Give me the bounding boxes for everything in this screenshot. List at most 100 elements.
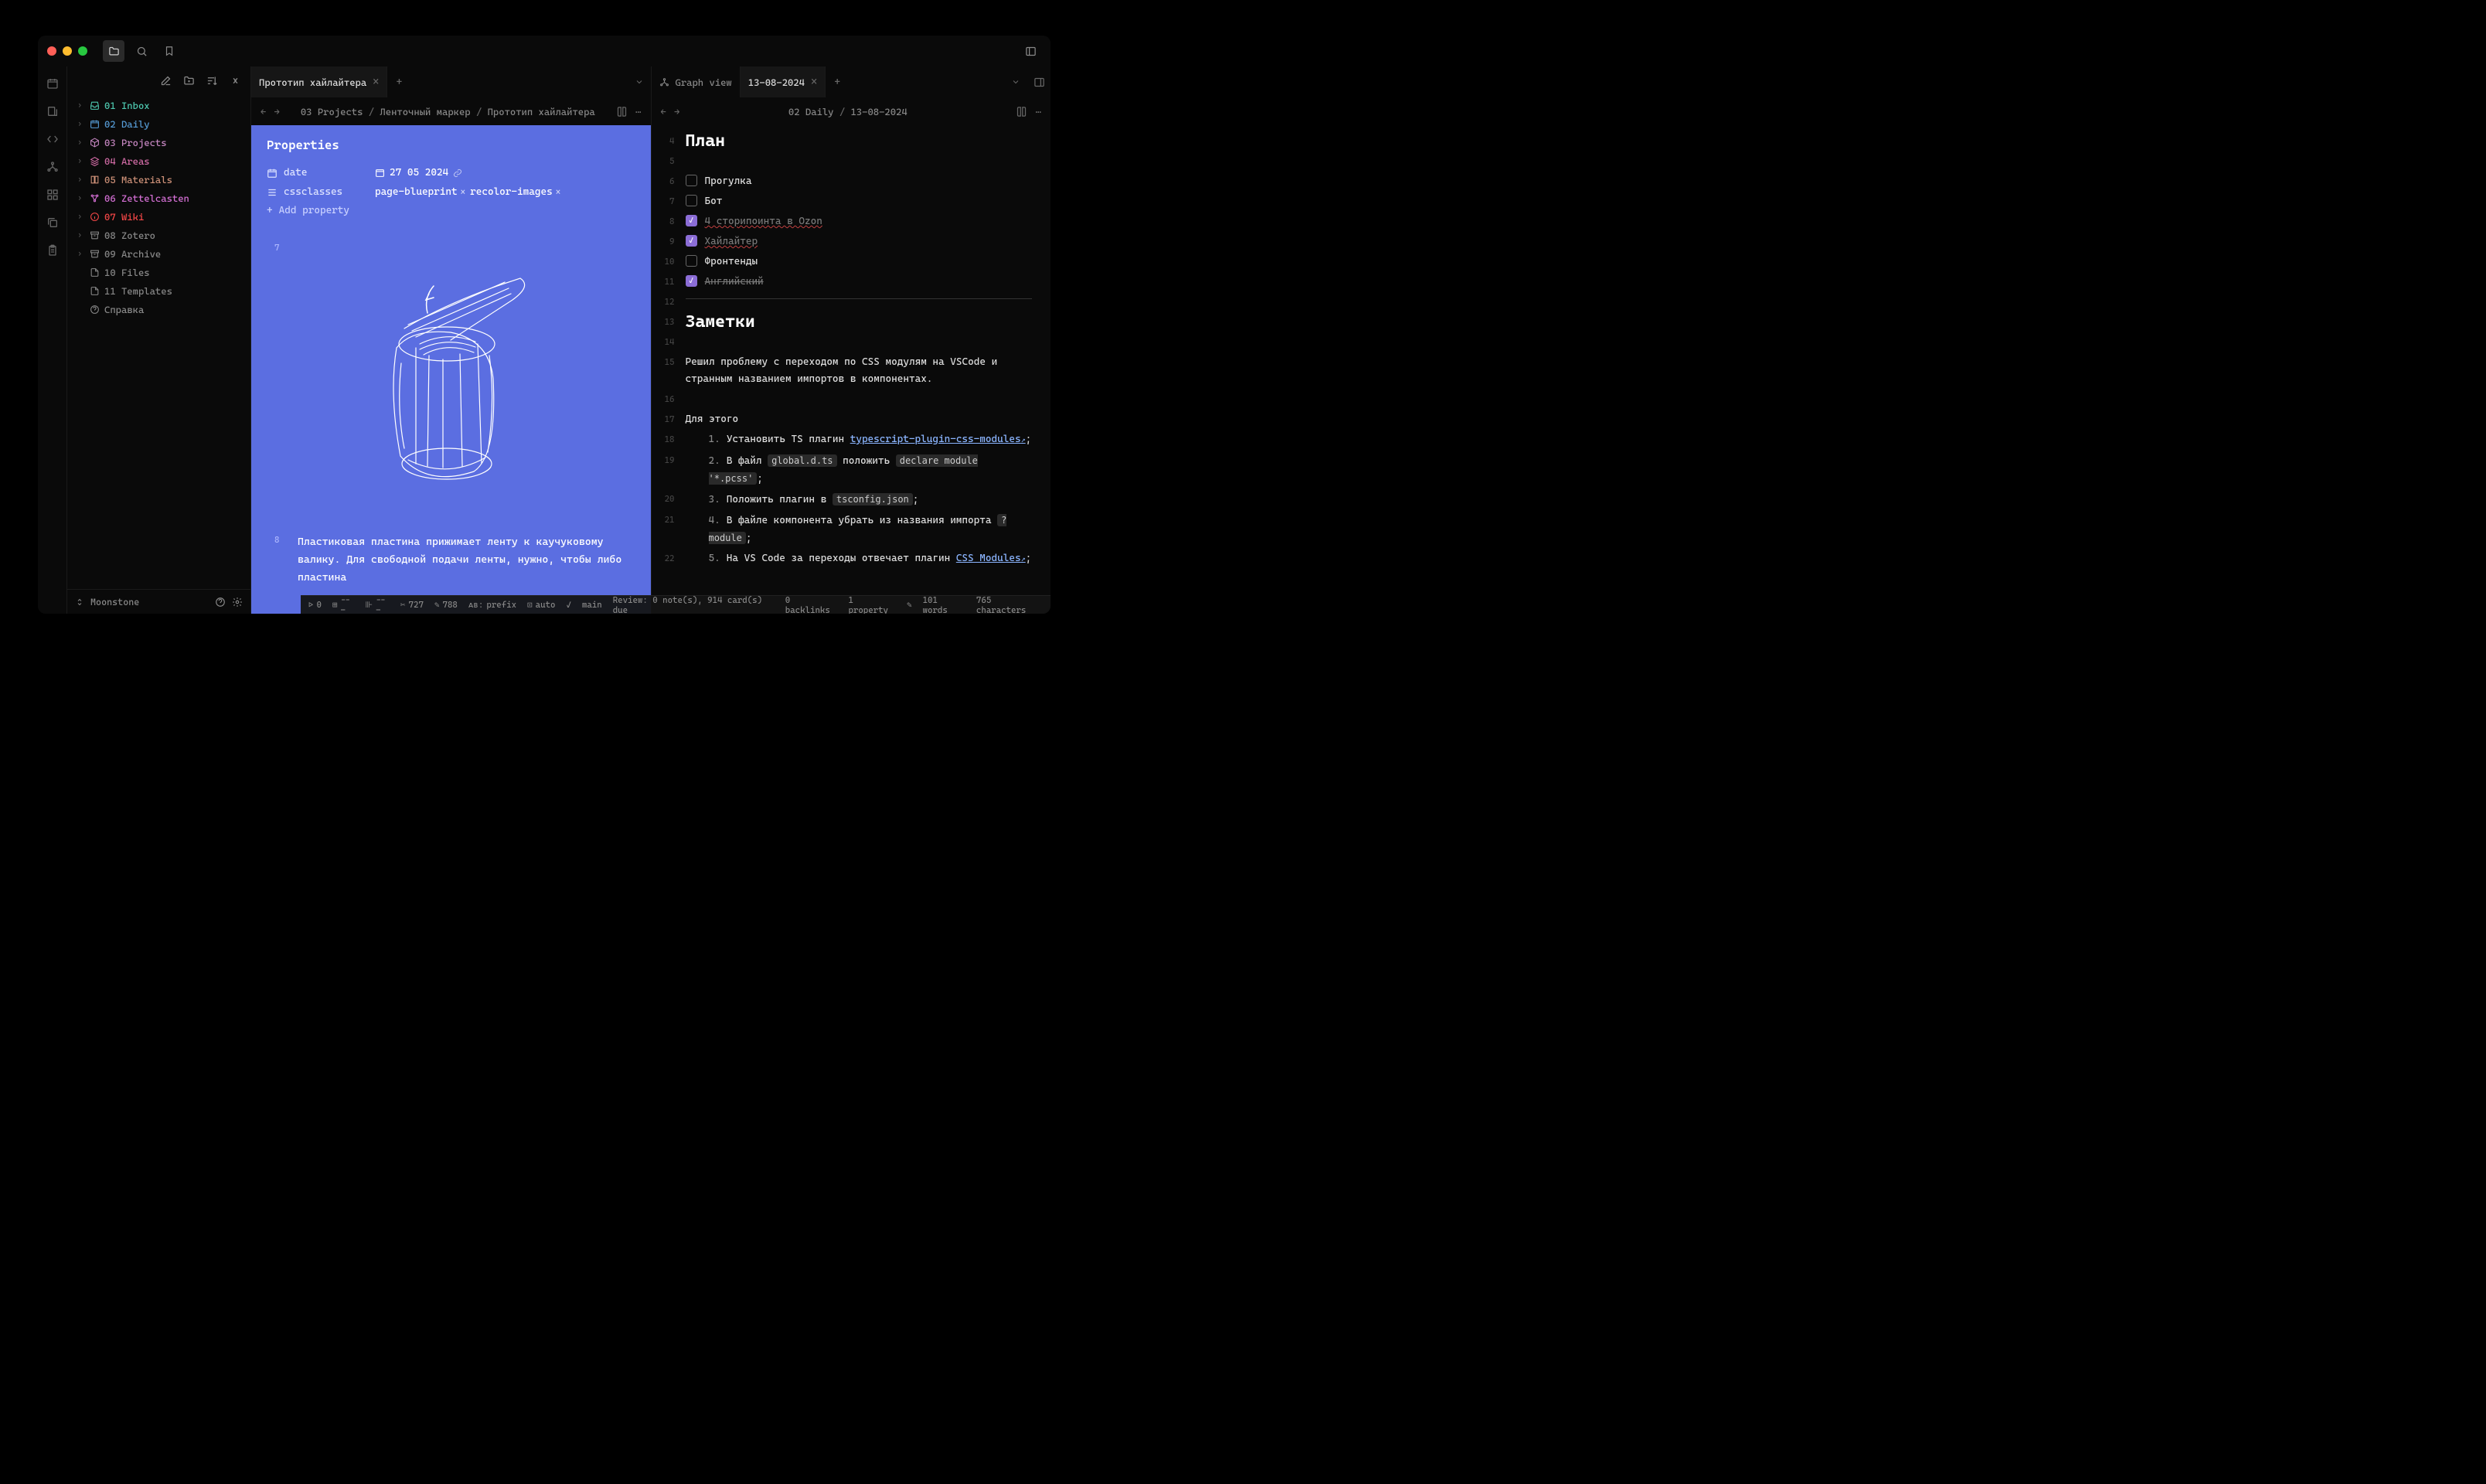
tree-folder[interactable]: ›06 Zettelcasten <box>72 189 246 207</box>
breadcrumb-segment[interactable]: 02 Daily <box>788 106 834 117</box>
tree-folder[interactable]: ›03 Projects <box>72 133 246 151</box>
tree-label: 11 Templates <box>104 285 172 297</box>
copy-icon[interactable] <box>42 212 63 233</box>
status-item[interactable]: ⊞--- <box>332 595 355 614</box>
sort-icon[interactable] <box>203 71 221 90</box>
tree-folder[interactable]: 10 Files <box>72 263 246 281</box>
task-checkbox[interactable] <box>686 195 697 206</box>
breadcrumb-segment[interactable]: Ленточный маркер <box>380 106 470 117</box>
more-icon[interactable]: ⋯ <box>635 106 642 117</box>
search-icon[interactable] <box>131 40 152 62</box>
tree-folder[interactable]: ›09 Archive <box>72 244 246 263</box>
reading-mode-icon[interactable] <box>616 106 628 117</box>
tree-folder[interactable]: ›01 Inbox <box>72 96 246 114</box>
breadcrumb-segment[interactable]: Прототип хайлайтера <box>488 106 595 117</box>
status-pencil-icon[interactable]: ✎ <box>907 600 912 610</box>
task-text[interactable]: Английский <box>705 276 764 288</box>
nav-forward-icon[interactable]: → <box>674 106 679 117</box>
tab-dropdown-icon[interactable] <box>628 66 651 97</box>
external-link[interactable]: CSS Modules↗ <box>956 553 1026 564</box>
task-checkbox[interactable]: ✓ <box>686 215 697 226</box>
external-link[interactable]: typescript-plugin-css-modules↗ <box>850 434 1026 445</box>
breadcrumb-segment[interactable]: 13-08-2024 <box>850 106 907 117</box>
help-icon[interactable] <box>215 597 226 608</box>
status-item[interactable]: ✎788 <box>434 600 458 610</box>
new-note-icon[interactable] <box>156 71 175 90</box>
gear-icon[interactable] <box>232 597 243 608</box>
graph-icon[interactable] <box>42 156 63 178</box>
nav-back-icon[interactable]: ← <box>661 106 666 117</box>
cssclass-tag[interactable]: page-blueprint× <box>375 186 465 198</box>
new-tab-button[interactable]: + <box>826 66 849 97</box>
minimize-window-button[interactable] <box>63 46 72 56</box>
property-value[interactable]: 27 05 2024 <box>390 167 448 179</box>
maximize-window-button[interactable] <box>78 46 87 56</box>
status-item[interactable]: ▷0 <box>308 600 322 610</box>
status-item[interactable]: ✂727 <box>400 600 424 610</box>
status-item[interactable]: 101 words <box>923 595 965 614</box>
close-icon[interactable]: × <box>811 76 817 88</box>
calendar-icon[interactable] <box>42 73 63 94</box>
task-text[interactable]: Бот <box>705 196 723 207</box>
right-sidebar-toggle-icon[interactable] <box>1027 66 1051 97</box>
task-checkbox[interactable]: ✓ <box>686 235 697 247</box>
tree-folder[interactable]: ›08 Zotero <box>72 226 246 244</box>
status-item[interactable]: ⊪--- <box>366 595 390 614</box>
property-row-cssclasses[interactable]: cssclasses page-blueprint× recolor-image… <box>267 182 635 202</box>
left-sidebar-toggle-icon[interactable] <box>1020 40 1041 62</box>
folder-icon[interactable] <box>103 40 124 62</box>
property-row-date[interactable]: date 27 05 2024 <box>267 163 635 182</box>
cards-icon[interactable] <box>42 100 63 122</box>
collapse-icon[interactable] <box>226 71 244 90</box>
tab-graph-view[interactable]: Graph view <box>652 66 741 97</box>
task-text[interactable]: Фронтенды <box>705 256 758 267</box>
tree-folder[interactable]: ›04 Areas <box>72 151 246 170</box>
tree-folder[interactable]: 11 Templates <box>72 281 246 300</box>
status-item[interactable]: ᴀʙ:prefix <box>468 600 516 610</box>
task-checkbox[interactable] <box>686 255 697 267</box>
breadcrumb-segment[interactable]: 03 Projects <box>301 106 363 117</box>
remove-tag-icon[interactable]: × <box>556 187 560 197</box>
task-text[interactable]: 4 сторипоинта в Ozon <box>705 216 822 227</box>
tree-folder[interactable]: ›07 Wiki <box>72 207 246 226</box>
status-check-icon[interactable]: ✓ <box>566 600 570 610</box>
code-icon[interactable] <box>42 128 63 150</box>
reading-mode-icon[interactable] <box>1016 106 1027 117</box>
new-tab-button[interactable]: + <box>387 66 410 97</box>
tab-daily-note[interactable]: 13-08-2024 × <box>741 66 826 97</box>
paragraph[interactable]: 8 Пластиковая пластина прижимает ленту к… <box>267 533 635 587</box>
status-item[interactable]: 1 property <box>848 595 896 614</box>
task-checkbox[interactable]: ✓ <box>686 275 697 287</box>
horizontal-rule <box>686 298 1033 299</box>
status-item[interactable]: Review: 0 note(s), 914 card(s) due <box>613 595 775 614</box>
note-body[interactable]: 4План 5 6Прогулка7Бот8✓4 сторипоинта в O… <box>652 125 1051 585</box>
status-item[interactable]: ⊡auto <box>527 600 555 610</box>
tree-folder[interactable]: ›02 Daily <box>72 114 246 133</box>
tree-folder[interactable]: ›05 Materials <box>72 170 246 189</box>
bookmark-icon[interactable] <box>158 40 180 62</box>
vault-switcher[interactable]: Moonstone <box>67 589 250 614</box>
tree-folder[interactable]: Справка <box>72 300 246 318</box>
clipboard-icon[interactable] <box>42 240 63 261</box>
task-checkbox[interactable] <box>686 175 697 186</box>
list-item: 1.Установить TS плагин typescript-plugin… <box>686 431 1033 449</box>
nav-forward-icon[interactable]: → <box>274 106 279 117</box>
grid-icon[interactable] <box>42 184 63 206</box>
add-property-button[interactable]: + Add property <box>267 205 635 216</box>
close-icon[interactable]: × <box>373 76 379 88</box>
tab-dropdown-icon[interactable] <box>1004 66 1027 97</box>
task-text[interactable]: Хайлайтер <box>705 236 758 247</box>
nav-back-icon[interactable]: ← <box>261 106 266 117</box>
cssclass-tag[interactable]: recolor-images× <box>470 186 560 198</box>
status-item[interactable]: 765 characters <box>976 595 1043 614</box>
note-body[interactable]: Properties date 27 05 2024 <box>251 125 651 614</box>
tab-prototype[interactable]: Прототип хайлайтера × <box>251 66 387 97</box>
chevron-right-icon: › <box>75 138 84 147</box>
status-item[interactable]: 0 backlinks <box>785 595 838 614</box>
new-folder-icon[interactable] <box>179 71 198 90</box>
more-icon[interactable]: ⋯ <box>1035 106 1041 117</box>
close-window-button[interactable] <box>47 46 56 56</box>
task-text[interactable]: Прогулка <box>705 175 752 187</box>
remove-tag-icon[interactable]: × <box>461 187 465 197</box>
status-item[interactable]: main <box>582 600 602 610</box>
